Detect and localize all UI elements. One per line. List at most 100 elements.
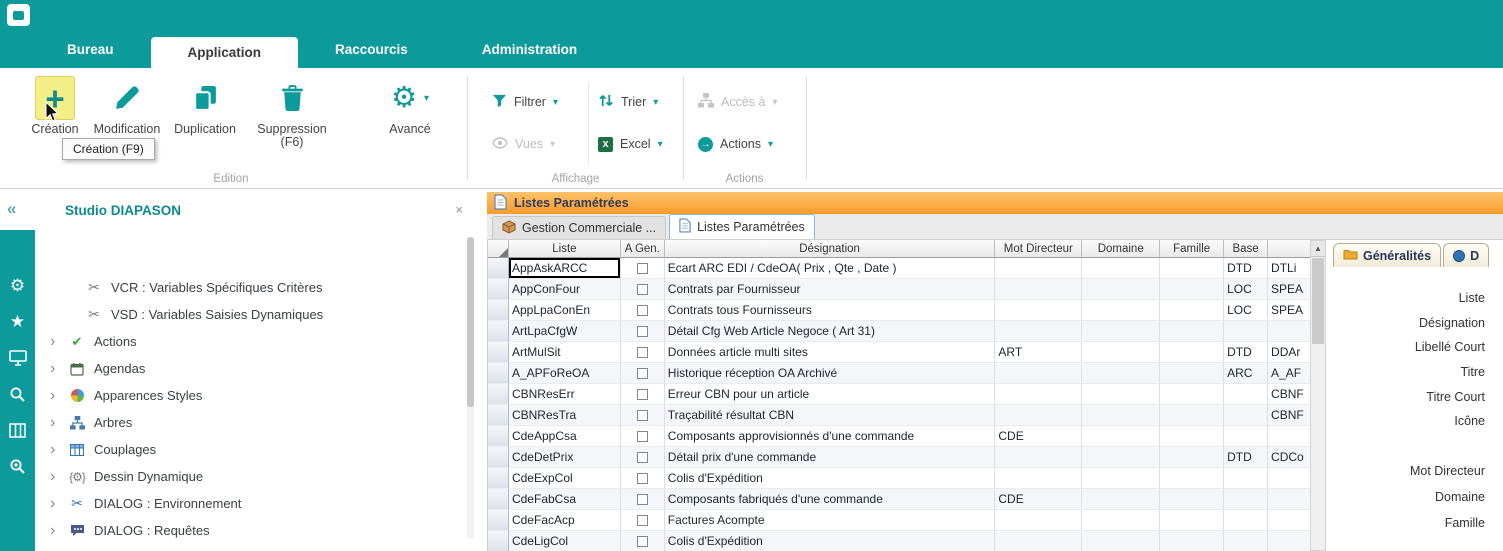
cell-base[interactable]: LOC — [1224, 279, 1268, 300]
cell-designation[interactable]: Contrats tous Fournisseurs — [665, 300, 996, 321]
tree-item-dialog-environnement[interactable]: › ✂ DIALOG : Environnement — [35, 490, 464, 517]
cell-domaine[interactable] — [1082, 363, 1160, 384]
cell-liste[interactable]: CBNResTra — [509, 405, 621, 426]
cell-famille[interactable] — [1160, 510, 1224, 531]
cell-designation[interactable]: Ecart ARC EDI / CdeOA( Prix , Qte , Date… — [665, 258, 996, 279]
settings-icon[interactable]: ⚙ — [6, 274, 30, 298]
cell-base[interactable] — [1224, 426, 1268, 447]
cell-base[interactable] — [1224, 510, 1268, 531]
cell-mot-directeur[interactable]: ART — [995, 342, 1082, 363]
row-selector[interactable] — [488, 426, 509, 447]
cell-famille[interactable] — [1160, 363, 1224, 384]
cell-designation[interactable]: Composants fabriqués d'une commande — [665, 489, 996, 510]
cell-mot-directeur[interactable] — [995, 447, 1082, 468]
checkbox[interactable] — [637, 368, 648, 379]
expand-chevron-icon[interactable]: › — [50, 388, 60, 404]
avance-button[interactable]: ⚙ ▾ Avancé — [370, 76, 450, 136]
cell-liste[interactable]: AppLpaConEn — [509, 300, 621, 321]
tab-listes-parametrees[interactable]: Listes Paramétrées — [669, 214, 815, 239]
tree-item-apparences-styles[interactable]: › Apparences Styles — [35, 382, 464, 409]
cell-base[interactable] — [1224, 468, 1268, 489]
row-selector[interactable] — [488, 363, 509, 384]
cell-designation[interactable]: Colis d'Expédition — [665, 531, 996, 551]
cell-mot-directeur[interactable] — [995, 300, 1082, 321]
tab-application[interactable]: Application — [151, 37, 299, 68]
cell-domaine[interactable] — [1082, 468, 1160, 489]
cell-base[interactable] — [1224, 489, 1268, 510]
cell-base[interactable]: ARC — [1224, 363, 1268, 384]
filtrer-button[interactable]: Filtrer ▾ — [492, 90, 558, 114]
cell-designation[interactable]: Détail prix d'une commande — [665, 447, 996, 468]
sidebar-scrollbar[interactable] — [467, 237, 474, 539]
cell-famille[interactable] — [1160, 384, 1224, 405]
cell-mot-directeur[interactable] — [995, 531, 1082, 551]
table-row[interactable]: CdeExpCol Colis d'Expédition — [488, 468, 1310, 489]
cell-liste[interactable]: CdeLigCol — [509, 531, 621, 551]
checkbox[interactable] — [637, 263, 648, 274]
cell-partial[interactable]: DDAr — [1268, 342, 1310, 363]
expand-chevron-icon[interactable]: › — [50, 361, 60, 377]
expand-chevron-icon[interactable]: › — [50, 496, 60, 512]
cell-base[interactable] — [1224, 405, 1268, 426]
cell-partial[interactable] — [1268, 426, 1310, 447]
actions-button[interactable]: → Actions ▾ — [698, 132, 773, 156]
column-header-liste[interactable]: Liste — [509, 240, 621, 258]
cell-partial[interactable] — [1268, 489, 1310, 510]
column-header-famille[interactable]: Famille — [1160, 240, 1224, 258]
checkbox[interactable] — [637, 305, 648, 316]
cell-mot-directeur[interactable] — [995, 384, 1082, 405]
trier-button[interactable]: Trier ▾ — [598, 90, 658, 114]
cell-liste[interactable]: ArtLpaCfgW — [509, 321, 621, 342]
cell-a-gen[interactable] — [621, 384, 665, 405]
cell-partial[interactable]: A_AF — [1268, 363, 1310, 384]
tree-item-arbres[interactable]: › Arbres — [35, 409, 464, 436]
cell-domaine[interactable] — [1082, 447, 1160, 468]
cell-designation[interactable]: Colis d'Expédition — [665, 468, 996, 489]
cell-a-gen[interactable] — [621, 510, 665, 531]
row-selector[interactable] — [488, 468, 509, 489]
cell-partial[interactable]: DTLi — [1268, 258, 1310, 279]
cell-partial[interactable]: CBNF — [1268, 384, 1310, 405]
cell-famille[interactable] — [1160, 258, 1224, 279]
row-selector[interactable] — [488, 342, 509, 363]
cell-famille[interactable] — [1160, 342, 1224, 363]
cell-a-gen[interactable] — [621, 468, 665, 489]
cell-partial[interactable] — [1268, 510, 1310, 531]
tree-item-actions[interactable]: › ✔ Actions — [35, 328, 464, 355]
cell-liste[interactable]: AppConFour — [509, 279, 621, 300]
checkbox[interactable] — [637, 347, 648, 358]
cell-a-gen[interactable] — [621, 342, 665, 363]
tree-item-agendas[interactable]: › Agendas — [35, 355, 464, 382]
cell-mot-directeur[interactable]: CDE — [995, 426, 1082, 447]
cell-liste[interactable]: CdeDetPrix — [509, 447, 621, 468]
cell-designation[interactable]: Erreur CBN pour un article — [665, 384, 996, 405]
cell-domaine[interactable] — [1082, 321, 1160, 342]
cell-designation[interactable]: Contrats par Fournisseur — [665, 279, 996, 300]
cell-famille[interactable] — [1160, 321, 1224, 342]
layout-columns-icon[interactable] — [6, 418, 30, 442]
tree-item-dessin-dynamique[interactable]: › {⚙} Dessin Dynamique — [35, 463, 464, 490]
table-scrollbar[interactable]: ▲ — [1310, 240, 1326, 551]
table-row[interactable]: AppConFour Contrats par Fournisseur LOC … — [488, 279, 1310, 300]
cell-famille[interactable] — [1160, 300, 1224, 321]
cell-base[interactable]: DTD — [1224, 258, 1268, 279]
checkbox[interactable] — [637, 473, 648, 484]
cell-designation[interactable]: Données article multi sites — [665, 342, 996, 363]
cell-designation[interactable]: Factures Acompte — [665, 510, 996, 531]
cell-mot-directeur[interactable] — [995, 468, 1082, 489]
cell-a-gen[interactable] — [621, 300, 665, 321]
cell-domaine[interactable] — [1082, 342, 1160, 363]
monitor-icon[interactable] — [6, 346, 30, 370]
cell-mot-directeur[interactable] — [995, 363, 1082, 384]
row-selector[interactable] — [488, 258, 509, 279]
expand-chevron-icon[interactable]: › — [50, 334, 60, 350]
cell-domaine[interactable] — [1082, 279, 1160, 300]
checkbox[interactable] — [637, 515, 648, 526]
cell-a-gen[interactable] — [621, 363, 665, 384]
expand-chevron-icon[interactable]: › — [50, 523, 60, 539]
checkbox[interactable] — [637, 536, 648, 547]
suppression-button[interactable]: Suppression (F6) — [252, 76, 332, 149]
excel-button[interactable]: x Excel ▾ — [598, 132, 663, 156]
cell-domaine[interactable] — [1082, 300, 1160, 321]
expand-chevron-icon[interactable]: › — [50, 469, 60, 485]
